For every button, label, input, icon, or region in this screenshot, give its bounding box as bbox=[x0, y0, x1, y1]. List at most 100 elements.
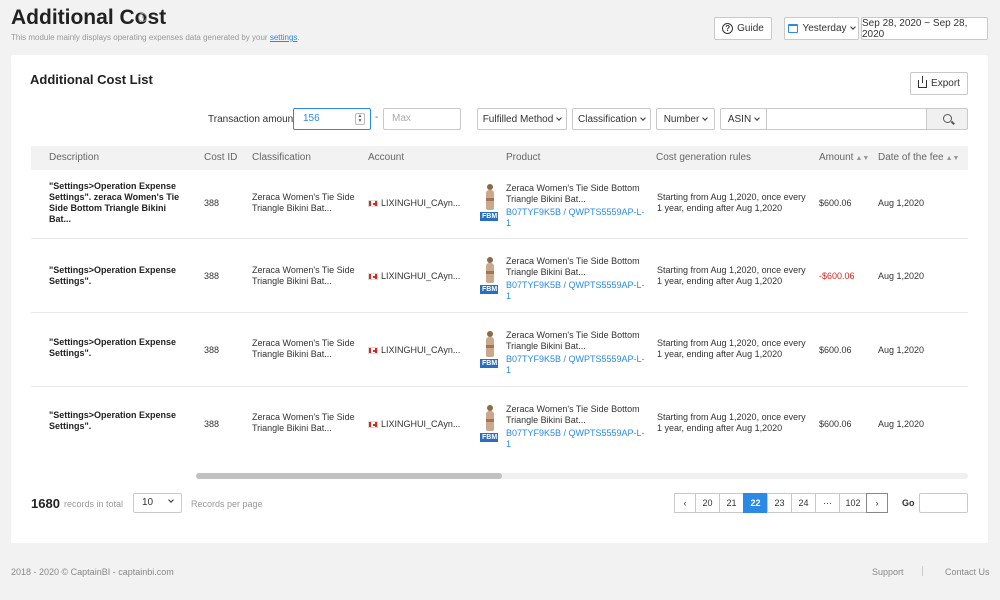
product-image-icon bbox=[483, 184, 497, 210]
table-row[interactable]: "Settings>Operation Expense Settings". 3… bbox=[31, 313, 968, 387]
go-page-input[interactable] bbox=[919, 493, 968, 513]
row-fee-date: Aug 1,2020 bbox=[878, 198, 925, 208]
row-classification: Zeraca Women's Tie Side Triangle Bikini … bbox=[252, 338, 355, 359]
row-cost-rule: Starting from Aug 1,2020, once every 1 y… bbox=[657, 338, 806, 359]
page-button[interactable]: 102 bbox=[839, 493, 867, 513]
col-description: Description bbox=[49, 152, 100, 163]
row-cost-rule: Starting from Aug 1,2020, once every 1 y… bbox=[657, 412, 806, 433]
records-per-page-label: Records per page bbox=[191, 499, 263, 509]
page-button[interactable]: 23 bbox=[767, 493, 792, 513]
fulfilled-method-select[interactable]: Fulfilled Method bbox=[477, 108, 567, 130]
fbm-badge: FBM bbox=[480, 359, 498, 368]
info-icon[interactable]: i bbox=[138, 13, 147, 22]
canada-flag-icon bbox=[368, 273, 378, 280]
row-cost-id: 388 bbox=[204, 345, 220, 355]
number-stepper[interactable]: ▲ ▼ bbox=[355, 113, 365, 125]
product-link[interactable]: B07TYF9K5B / QWPTS5559AP-L-1 bbox=[506, 428, 646, 450]
chevron-down-icon bbox=[556, 114, 563, 121]
search-input[interactable] bbox=[766, 108, 927, 130]
next-page-button[interactable]: › bbox=[866, 493, 888, 513]
chevron-down-icon bbox=[849, 24, 856, 30]
product-thumbnail[interactable]: FBM bbox=[480, 184, 500, 221]
product-link[interactable]: B07TYF9K5B / QWPTS5559AP-L-1 bbox=[506, 280, 646, 302]
page-button[interactable]: 24 bbox=[791, 493, 816, 513]
col-classification: Classification bbox=[252, 152, 311, 163]
col-cost-rules: Cost generation rules bbox=[656, 152, 752, 163]
table-row[interactable]: "Settings>Operation Expense Settings". z… bbox=[31, 170, 968, 239]
export-icon bbox=[918, 75, 928, 88]
row-cost-id: 388 bbox=[204, 198, 220, 208]
max-amount-input[interactable]: Max bbox=[383, 108, 461, 130]
row-amount: -$600.06 bbox=[819, 271, 855, 281]
product-thumbnail[interactable]: FBM bbox=[480, 331, 500, 368]
product-thumbnail[interactable]: FBM bbox=[480, 405, 500, 442]
date-range-picker[interactable]: Sep 28, 2020 ~ Sep 28, 2020 bbox=[861, 17, 988, 40]
row-amount: $600.06 bbox=[819, 419, 852, 429]
fbm-badge: FBM bbox=[480, 433, 498, 442]
footer-divider bbox=[922, 566, 923, 576]
support-link[interactable]: Support bbox=[872, 567, 904, 577]
page-header: Additional Cost i This module mainly dis… bbox=[0, 0, 1000, 54]
calendar-icon bbox=[788, 24, 799, 33]
search-button[interactable] bbox=[926, 108, 968, 130]
settings-link[interactable]: settings bbox=[270, 33, 298, 42]
chevron-down-icon bbox=[168, 497, 174, 503]
panel-title: Additional Cost List bbox=[30, 72, 153, 87]
row-cost-id: 388 bbox=[204, 419, 220, 429]
transaction-amount-label: Transaction amount bbox=[208, 114, 297, 125]
row-fee-date: Aug 1,2020 bbox=[878, 271, 925, 281]
page-button[interactable]: 21 bbox=[719, 493, 744, 513]
table-row[interactable]: "Settings>Operation Expense Settings". 3… bbox=[31, 387, 968, 460]
row-account: LIXINGHUI_CAyn... bbox=[368, 198, 460, 209]
product-image-icon bbox=[483, 405, 497, 431]
guide-button[interactable]: ? Guide bbox=[714, 17, 772, 40]
row-account: LIXINGHUI_CAyn... bbox=[368, 271, 460, 282]
cost-list-panel: Additional Cost List Export Transaction … bbox=[11, 55, 988, 543]
row-fee-date: Aug 1,2020 bbox=[878, 419, 925, 429]
col-amount[interactable]: Amount ▲▼ bbox=[819, 152, 869, 163]
row-amount: $600.06 bbox=[819, 198, 852, 208]
product-link[interactable]: B07TYF9K5B / QWPTS5559AP-L-1 bbox=[506, 354, 646, 376]
row-classification: Zeraca Women's Tie Side Triangle Bikini … bbox=[252, 412, 355, 433]
export-button[interactable]: Export bbox=[910, 72, 968, 95]
row-cost-rule: Starting from Aug 1,2020, once every 1 y… bbox=[657, 265, 806, 286]
row-fee-date: Aug 1,2020 bbox=[878, 345, 925, 355]
page-ellipsis[interactable]: ··· bbox=[815, 493, 840, 513]
date-preset-select[interactable]: Yesterday bbox=[784, 17, 859, 40]
scrollbar-thumb[interactable] bbox=[196, 473, 502, 479]
col-account: Account bbox=[368, 152, 405, 163]
row-cost-id: 388 bbox=[204, 271, 220, 281]
contact-us-link[interactable]: Contact Us bbox=[945, 567, 990, 577]
col-product: Product bbox=[506, 152, 541, 163]
page-button[interactable]: 20 bbox=[695, 493, 720, 513]
min-amount-input[interactable]: 156 ▲ ▼ bbox=[293, 108, 371, 130]
page-size-select[interactable]: 10 bbox=[133, 493, 182, 513]
row-description: "Settings>Operation Expense Settings". bbox=[49, 265, 177, 286]
horizontal-scrollbar[interactable] bbox=[196, 473, 968, 479]
col-fee-date[interactable]: Date of the fee ▲▼ bbox=[878, 152, 959, 163]
product-thumbnail[interactable]: FBM bbox=[480, 257, 500, 294]
prev-page-button[interactable]: ‹ bbox=[674, 493, 696, 513]
row-product: Zeraca Women's Tie Side Bottom Triangle … bbox=[506, 183, 646, 229]
search-icon bbox=[943, 114, 952, 123]
question-icon: ? bbox=[722, 23, 734, 34]
product-image-icon bbox=[483, 257, 497, 283]
table-header: Description Cost ID Classification Accou… bbox=[31, 146, 968, 170]
row-product: Zeraca Women's Tie Side Bottom Triangle … bbox=[506, 330, 646, 376]
footer-copyright: 2018 - 2020 © CaptainBI - captainbi.com bbox=[11, 567, 174, 577]
row-account: LIXINGHUI_CAyn... bbox=[368, 345, 460, 356]
asin-select[interactable]: ASIN bbox=[720, 108, 767, 130]
product-image-icon bbox=[483, 331, 497, 357]
sort-icon: ▲▼ bbox=[945, 155, 960, 162]
total-records-label: records in total bbox=[64, 499, 124, 509]
table-row[interactable]: "Settings>Operation Expense Settings". 3… bbox=[31, 239, 968, 313]
number-select[interactable]: Number bbox=[656, 108, 715, 130]
chevron-down-icon bbox=[640, 114, 646, 121]
classification-select[interactable]: Classification bbox=[572, 108, 651, 130]
current-page-button[interactable]: 22 bbox=[743, 493, 768, 513]
go-label: Go bbox=[902, 498, 915, 508]
row-product: Zeraca Women's Tie Side Bottom Triangle … bbox=[506, 404, 646, 450]
total-records: 1680 bbox=[31, 496, 60, 511]
product-link[interactable]: B07TYF9K5B / QWPTS5559AP-L-1 bbox=[506, 207, 646, 229]
chevron-down-icon bbox=[702, 114, 709, 121]
